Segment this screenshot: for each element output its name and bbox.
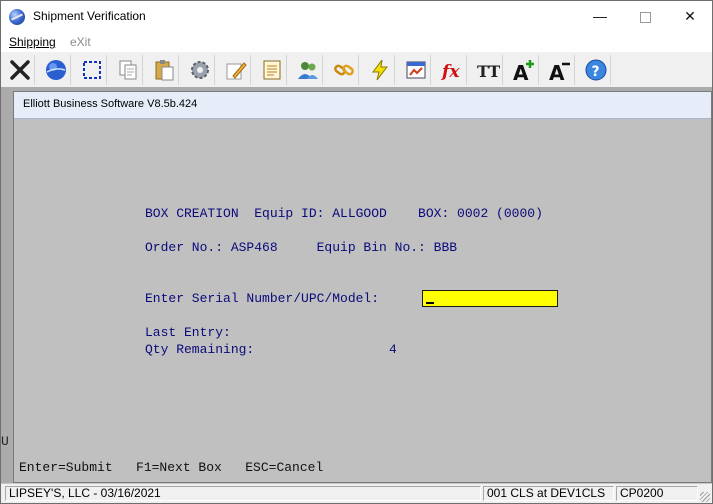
terminal-window: Elliott Business Software V8.5b.424 BOX … xyxy=(13,91,712,483)
qty-remaining-value: 4 xyxy=(389,342,397,357)
toolbar-font-button[interactable]: TT xyxy=(473,55,503,85)
toolbar-copy-button[interactable] xyxy=(113,55,143,85)
copy-icon xyxy=(119,60,136,80)
svg-text:fx: fx xyxy=(441,62,460,82)
resize-grip[interactable] xyxy=(700,492,710,502)
text-cursor xyxy=(426,302,434,304)
qty-remaining-label: Qty Remaining: xyxy=(145,342,255,357)
minimize-button[interactable]: — xyxy=(577,1,623,32)
toolbar-settings-button[interactable] xyxy=(185,55,215,85)
toolbar-function-button[interactable]: fx xyxy=(437,55,467,85)
serial-prompt: Enter Serial Number/UPC/Model: xyxy=(145,291,380,306)
title-bar: Shipment Verification — ✕ xyxy=(1,1,712,32)
toolbar-close-button[interactable] xyxy=(5,55,35,85)
maximize-button[interactable] xyxy=(622,1,668,32)
maximize-icon xyxy=(639,11,651,23)
link-chain-icon xyxy=(333,64,354,76)
mdi-workspace: Elliott Business Software V8.5b.424 BOX … xyxy=(1,87,712,483)
notepad-icon xyxy=(263,60,280,80)
background-window-edge: U xyxy=(1,434,9,449)
close-x-icon xyxy=(9,60,30,80)
toolbar-edit-button[interactable] xyxy=(221,55,251,85)
toolbar-help-button[interactable]: ? xyxy=(581,55,611,85)
svg-text:?: ? xyxy=(591,64,599,80)
last-entry-label: Last Entry: xyxy=(145,325,231,340)
order-line: Order No.: ASP468 Equip Bin No.: BBB xyxy=(145,240,458,255)
toolbar: fx TT A A ? xyxy=(1,53,712,87)
font-size-icon: TT xyxy=(477,62,500,81)
terminal-window-title: Elliott Business Software V8.5b.424 xyxy=(23,98,198,110)
toolbar-link-button[interactable] xyxy=(329,55,359,85)
close-button[interactable]: ✕ xyxy=(667,1,712,32)
function-fx-icon: fx xyxy=(441,62,460,82)
toolbar-select-button[interactable] xyxy=(77,55,107,85)
status-bar: LIPSEY'S, LLC - 03/16/2021 001 CLS at DE… xyxy=(1,483,712,503)
edit-pencil-icon xyxy=(226,62,247,80)
status-session: 001 CLS at DEV1CLS xyxy=(483,486,614,501)
status-program: CP0200 xyxy=(616,486,698,501)
select-rect-icon xyxy=(82,61,101,79)
svg-text:TT: TT xyxy=(477,62,500,81)
help-icon: ? xyxy=(585,59,606,81)
users-icon xyxy=(297,62,318,79)
status-company-date: LIPSEY'S, LLC - 03/16/2021 xyxy=(5,486,481,501)
lightning-icon xyxy=(371,59,388,81)
function-key-footer: Enter=Submit F1=Next Box ESC=Cancel xyxy=(19,460,324,475)
serial-input[interactable] xyxy=(422,290,558,307)
menu-exit[interactable]: eXit xyxy=(70,35,91,49)
toolbar-notepad-button[interactable] xyxy=(257,55,287,85)
window-title: Shipment Verification xyxy=(33,9,146,23)
toolbar-users-button[interactable] xyxy=(293,55,323,85)
toolbar-lightning-button[interactable] xyxy=(365,55,395,85)
app-globe-icon xyxy=(9,9,25,25)
menu-bar: Shipping eXit xyxy=(1,32,712,52)
menu-shipping[interactable]: Shipping xyxy=(9,35,56,49)
report-icon xyxy=(406,61,425,79)
toolbar-globe-button[interactable] xyxy=(41,55,71,85)
settings-gear-icon xyxy=(190,61,209,79)
font-decrease-icon: A xyxy=(549,61,570,82)
paste-icon xyxy=(155,60,173,81)
box-creation-line: BOX CREATION Equip ID: ALLGOOD BOX: 0002… xyxy=(145,206,543,221)
font-increase-icon: A xyxy=(513,60,534,82)
terminal-window-titlebar: Elliott Business Software V8.5b.424 xyxy=(14,92,711,119)
menu-shipping-label: Shipping xyxy=(9,35,56,49)
toolbar-font-decrease-button[interactable]: A xyxy=(545,55,575,85)
globe-icon xyxy=(45,60,66,80)
toolbar-paste-button[interactable] xyxy=(149,55,179,85)
app-window: Shipment Verification — ✕ Shipping eXit xyxy=(0,0,713,504)
toolbar-report-button[interactable] xyxy=(401,55,431,85)
toolbar-font-increase-button[interactable]: A xyxy=(509,55,539,85)
